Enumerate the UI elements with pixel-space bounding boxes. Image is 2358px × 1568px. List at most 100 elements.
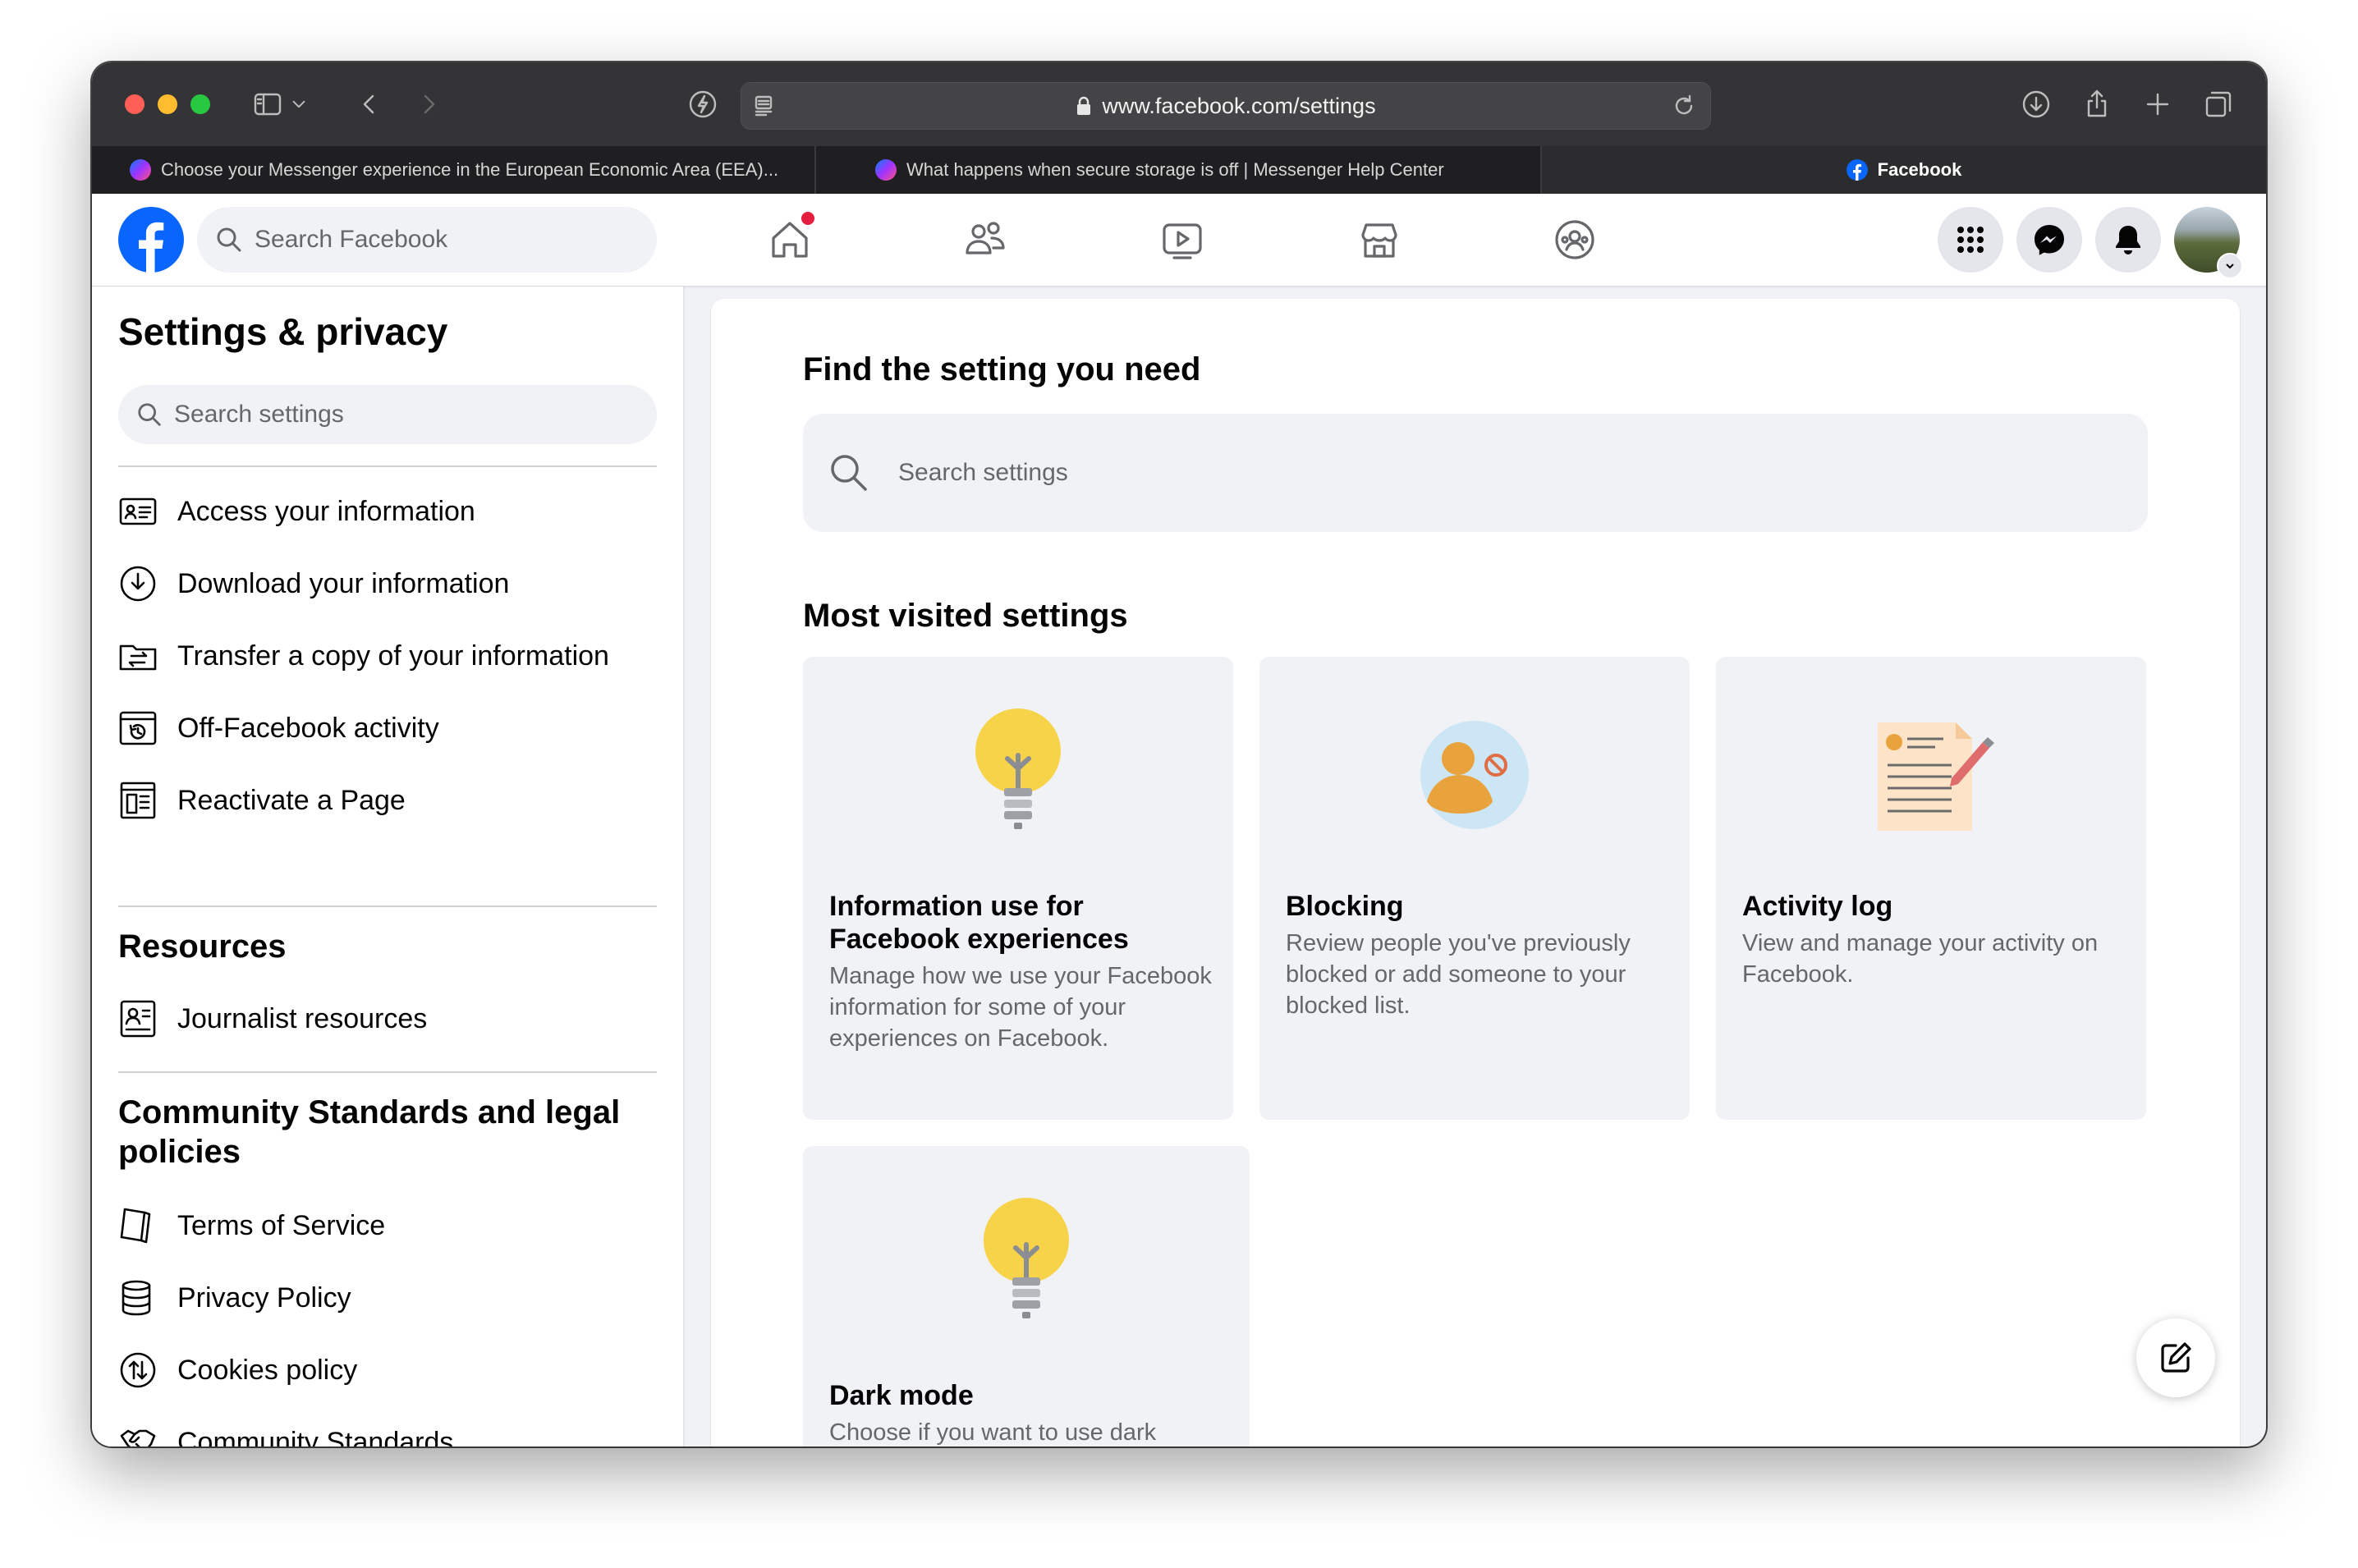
sidebar-item-transfer-copy[interactable]: Transfer a copy of your information	[118, 623, 657, 689]
sidebar-item-label: Cookies policy	[177, 1354, 358, 1386]
cookie-icon	[120, 1352, 156, 1388]
history-icon	[119, 711, 157, 745]
card-dark-mode[interactable]: Dark mode Choose if you want to use dark	[803, 1146, 1250, 1447]
blocked-person-icon	[1420, 721, 1529, 829]
new-message-button[interactable]	[2136, 1318, 2215, 1397]
new-tab-icon[interactable]	[2138, 85, 2177, 124]
grid-menu-icon	[1957, 227, 1984, 253]
sidebar-item-terms-of-service[interactable]: Terms of Service	[118, 1193, 657, 1259]
facebook-header: Search Facebook	[92, 194, 2266, 287]
card-title: Dark mode	[829, 1380, 974, 1411]
sidebar-toggle-icon[interactable]	[248, 85, 287, 124]
facebook-logo-icon[interactable]	[118, 207, 184, 273]
sidebar-item-cookies-policy[interactable]: Cookies policy	[118, 1337, 657, 1403]
chevron-down-icon[interactable]	[286, 85, 312, 124]
id-card-icon	[119, 497, 157, 525]
groups-nav-icon[interactable]	[1552, 217, 1598, 263]
tab-title: Facebook	[1877, 159, 1962, 180]
card-blocking[interactable]: Blocking Review people you've previously…	[1259, 657, 1690, 1120]
tab-title: Choose your Messenger experience in the …	[161, 159, 779, 180]
tab-bar: Choose your Messenger experience in the …	[92, 146, 2266, 194]
forward-icon[interactable]	[409, 85, 448, 124]
sidebar-item-download-information[interactable]: Download your information	[118, 551, 657, 617]
messenger-button[interactable]	[2016, 207, 2082, 273]
sidebar-item-label: Journalist resources	[177, 1002, 428, 1034]
sidebar-search-input[interactable]: Search settings	[118, 385, 657, 444]
settings-main-panel: Find the setting you need Search setting…	[711, 299, 2240, 1447]
close-window-button[interactable]	[125, 94, 145, 114]
sidebar-item-community-standards[interactable]: Community Standards	[118, 1410, 657, 1447]
folder-transfer-icon	[119, 644, 157, 671]
friends-nav-icon[interactable]	[962, 217, 1008, 263]
bell-icon	[2116, 226, 2140, 254]
sidebar-item-privacy-policy[interactable]: Privacy Policy	[118, 1265, 657, 1331]
sidebar-item-off-facebook-activity[interactable]: Off-Facebook activity	[118, 695, 657, 761]
reload-icon[interactable]	[1669, 91, 1699, 121]
activity-log-icon	[1878, 722, 1994, 831]
settings-search-input[interactable]: Search settings	[803, 414, 2148, 532]
sidebar-item-label: Transfer a copy of your information	[177, 640, 609, 672]
sidebar-item-label: Off-Facebook activity	[177, 712, 439, 744]
sidebar-item-label: Download your information	[177, 567, 510, 599]
tab-facebook[interactable]: Facebook	[1542, 146, 2266, 194]
sidebar-item-label: Access your information	[177, 495, 475, 527]
page-icon	[120, 782, 156, 819]
tab-messenger-eea[interactable]: Choose your Messenger experience in the …	[130, 146, 893, 194]
resources-heading: Resources	[118, 928, 287, 965]
lightbulb-icon	[984, 1198, 1069, 1318]
compose-icon	[2161, 1342, 2191, 1373]
lightning-extension-icon[interactable]	[683, 85, 723, 124]
minimize-window-button[interactable]	[158, 94, 177, 114]
lock-icon	[1077, 96, 1091, 115]
search-icon	[831, 455, 867, 491]
facebook-search-input[interactable]: Search Facebook	[197, 207, 657, 273]
share-icon[interactable]	[2077, 85, 2117, 124]
card-description: Review people you've previously blocked …	[1286, 930, 1631, 1019]
search-icon	[138, 403, 161, 426]
settings-sidebar: Settings & privacy Search settings Acces…	[92, 287, 683, 1447]
back-icon[interactable]	[350, 85, 389, 124]
tab-title: What happens when secure storage is off …	[906, 159, 1444, 180]
watch-nav-icon[interactable]	[1159, 217, 1205, 263]
card-description: Choose if you want to use dark	[829, 1419, 1157, 1446]
browser-window: www.facebook.com/settings Choose your Me…	[92, 62, 2266, 1447]
browser-titlebar: www.facebook.com/settings	[92, 62, 2266, 146]
sidebar-item-label: Community Standards	[177, 1426, 454, 1447]
sidebar-item-journalist-resources[interactable]: Journalist resources	[118, 986, 657, 1052]
card-title: Blocking	[1286, 891, 1404, 922]
card-activity-log[interactable]: Activity log View and manage your activi…	[1716, 657, 2146, 1120]
notifications-button[interactable]	[2095, 207, 2161, 273]
marketplace-nav-icon[interactable]	[1356, 217, 1402, 263]
search-icon	[217, 227, 241, 252]
card-title: Activity log	[1742, 891, 1893, 922]
tab-overview-icon[interactable]	[2199, 85, 2238, 124]
most-visited-heading: Most visited settings	[803, 598, 1128, 634]
card-description: Manage how we use your Facebook informat…	[829, 963, 1212, 1052]
address-bar[interactable]: www.facebook.com/settings	[741, 82, 1711, 130]
card-information-use[interactable]: Information use for Facebook experiences…	[803, 657, 1233, 1120]
book-icon	[120, 1208, 151, 1244]
chevron-down-icon[interactable]	[2217, 253, 2243, 279]
url-text: www.facebook.com/settings	[1102, 93, 1376, 118]
zoom-window-button[interactable]	[190, 94, 210, 114]
notification-dot	[801, 212, 814, 225]
search-placeholder: Search settings	[174, 401, 344, 428]
sidebar-item-label: Terms of Service	[177, 1209, 386, 1241]
menu-button[interactable]	[1938, 207, 2003, 273]
lightbulb-icon	[975, 708, 1061, 829]
search-placeholder: Search settings	[898, 459, 1068, 486]
sidebar-item-access-information[interactable]: Access your information	[118, 479, 657, 544]
policies-heading: Community Standards and legal policies	[118, 1094, 621, 1170]
find-setting-heading: Find the setting you need	[803, 351, 1201, 387]
home-nav-icon[interactable]	[767, 212, 814, 263]
journalist-icon	[120, 1000, 156, 1038]
handshake-icon	[120, 1429, 156, 1447]
downloads-icon[interactable]	[2016, 85, 2056, 124]
messenger-icon	[2035, 225, 2064, 255]
messenger-icon	[875, 159, 897, 181]
sidebar-item-reactivate-page[interactable]: Reactivate a Page	[118, 768, 657, 833]
search-placeholder: Search Facebook	[255, 226, 448, 253]
reader-icon[interactable]	[748, 89, 781, 122]
download-circle-icon	[120, 566, 156, 602]
tab-messenger-help[interactable]: What happens when secure storage is off …	[875, 146, 1598, 194]
